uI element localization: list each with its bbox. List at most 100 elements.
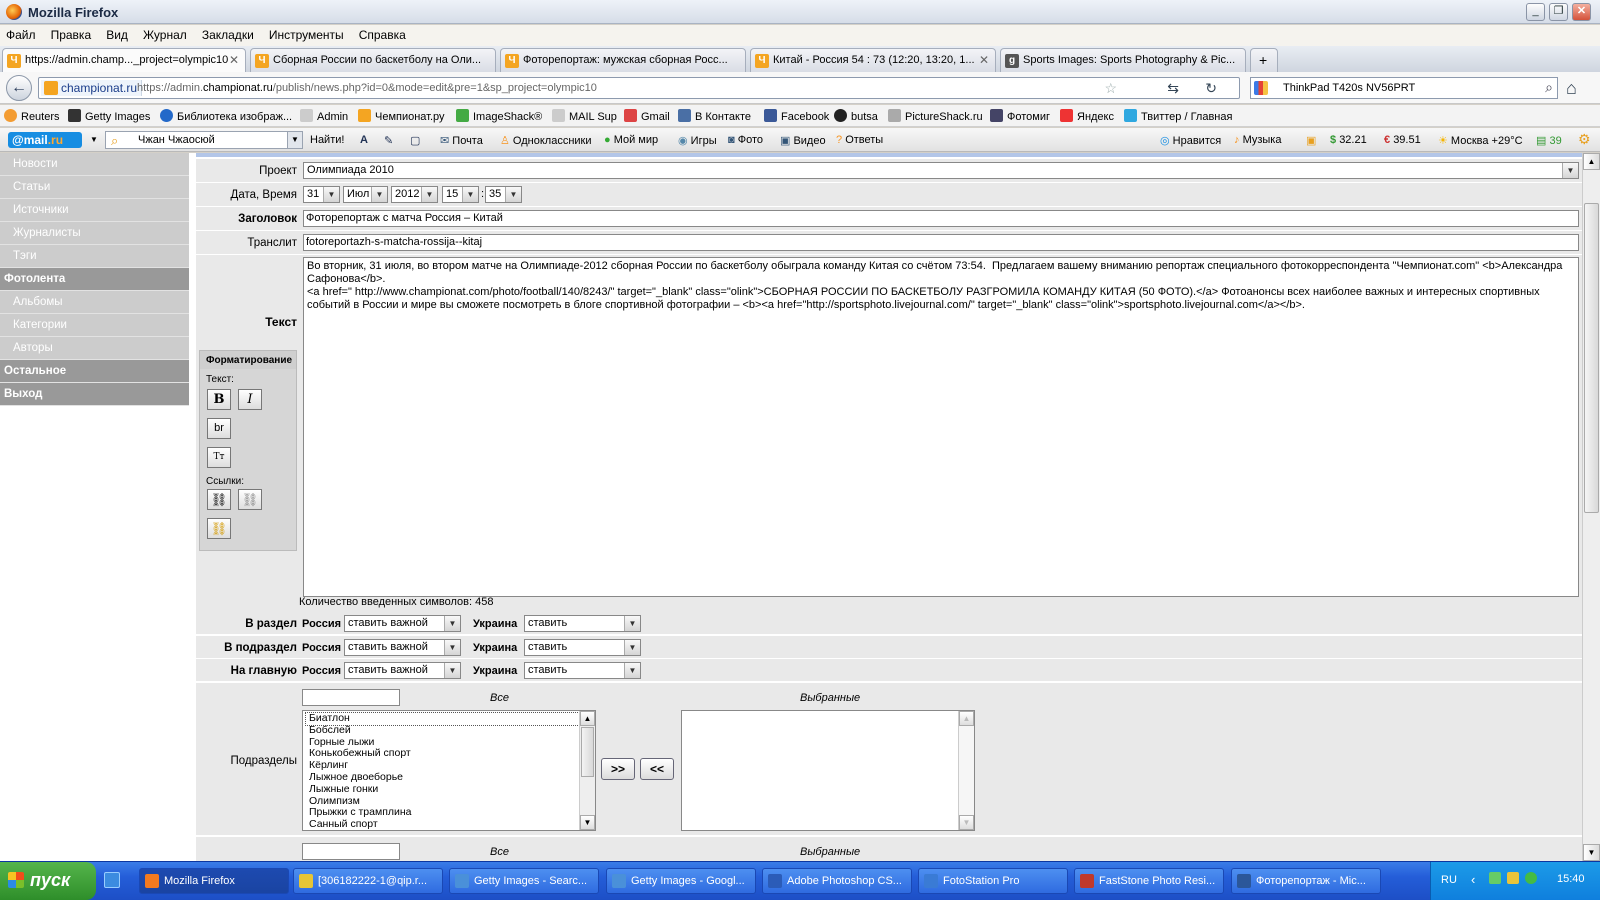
close-window-button[interactable]: ✕ bbox=[1572, 3, 1591, 21]
project-select[interactable]: Олимпиада 2010 ▼ bbox=[303, 162, 1579, 179]
ukraine-priority-select[interactable]: ставить ▼ bbox=[524, 662, 641, 679]
bookmark-championat[interactable]: Чемпионат.ру bbox=[358, 109, 445, 123]
case-button[interactable]: Tт bbox=[207, 447, 231, 468]
ie-quicklaunch-icon[interactable] bbox=[104, 872, 120, 888]
minimize-button[interactable]: _ bbox=[1526, 3, 1545, 21]
subsection-filter-input[interactable] bbox=[302, 689, 400, 706]
bookmark-admin[interactable]: Admin bbox=[300, 109, 348, 123]
search-icon[interactable]: ⌕ bbox=[1545, 79, 1553, 96]
selected-subsections-list[interactable]: ▲ ▼ bbox=[681, 710, 975, 831]
scrollbar[interactable]: ▲ ▼ bbox=[958, 711, 974, 830]
sidebar-item[interactable]: Фотолента bbox=[0, 268, 189, 291]
mailru-logo[interactable]: @mail.ru bbox=[8, 132, 82, 148]
all-subsections-list[interactable]: Биатлон Бобслей Горные лыжи Конькобежный сп… bbox=[302, 710, 596, 831]
sidebar-item[interactable]: Журналисты bbox=[0, 222, 189, 245]
menu-history[interactable]: Журнал bbox=[137, 25, 193, 42]
link-odnoklassniki[interactable]: ♙ Одноклассники bbox=[500, 134, 592, 147]
russia-priority-select[interactable]: ставить важной ▼ bbox=[344, 615, 461, 632]
taskbar-item[interactable]: FotoStation Pro bbox=[918, 868, 1068, 894]
weather[interactable]: ☀ Москва +29°C bbox=[1438, 134, 1523, 147]
tab-admin[interactable]: Ч https://admin.champ..._project=olympic… bbox=[2, 48, 246, 73]
tab-photoreport[interactable]: Ч Фоторепортаж: мужская сборная Росс... bbox=[500, 48, 746, 72]
anchor-link-icon[interactable]: ⛓ bbox=[207, 518, 231, 539]
italic-button[interactable]: I bbox=[238, 389, 262, 410]
month-select[interactable]: Июл ▼ bbox=[343, 186, 388, 203]
menu-edit[interactable]: Правка bbox=[45, 25, 98, 42]
menu-bookmarks[interactable]: Закладки bbox=[196, 25, 260, 42]
text-editor[interactable]: Во вторник, 31 июля, во втором матче на … bbox=[303, 257, 1579, 597]
sidebar-item[interactable]: Альбомы bbox=[0, 291, 189, 314]
eur-rate[interactable]: € 39.51 bbox=[1384, 134, 1421, 146]
pen-icon[interactable]: ✎ bbox=[384, 134, 393, 147]
link-mail[interactable]: ✉ Почта bbox=[440, 134, 483, 147]
start-button[interactable]: пуск bbox=[0, 862, 96, 900]
list-item[interactable]: Лыжное двоеборье bbox=[306, 771, 595, 784]
user-select[interactable]: ⌕ Чжан Чжаосюй ▼ bbox=[105, 131, 303, 149]
minute-select[interactable]: 35 ▼ bbox=[485, 186, 522, 203]
notification-icon[interactable]: ▣ bbox=[1306, 134, 1316, 147]
bookmark-star-icon[interactable]: ☆ bbox=[1104, 80, 1117, 97]
sidebar-item[interactable]: Остальное bbox=[0, 360, 189, 383]
address-bar[interactable]: championat.ru https://admin.championat.r… bbox=[38, 77, 1240, 99]
sidebar-item[interactable]: Источники bbox=[0, 199, 189, 222]
russia-priority-select[interactable]: ставить важной ▼ bbox=[344, 638, 461, 656]
window-icon[interactable]: ▢ bbox=[410, 134, 420, 147]
ukraine-priority-select[interactable]: ставить ▼ bbox=[524, 638, 641, 656]
next-filter-input[interactable] bbox=[302, 843, 400, 860]
search-box[interactable]: ThinkPad T420s NV56PRT ⌕ bbox=[1250, 77, 1558, 99]
bookmark-yandex[interactable]: Яндекс bbox=[1060, 109, 1114, 123]
link-music[interactable]: ♪ Музыка bbox=[1234, 134, 1281, 146]
tray-icon[interactable] bbox=[1489, 872, 1501, 884]
sidebar-item[interactable]: Категории bbox=[0, 314, 189, 337]
bookmark-pictureshack[interactable]: PictureShack.ru bbox=[888, 109, 983, 123]
bookmark-imageshack[interactable]: ImageShack® bbox=[456, 109, 542, 123]
bookmark-gmail[interactable]: Gmail bbox=[624, 109, 670, 123]
bookmark-mail-sup[interactable]: MAIL Sup bbox=[552, 109, 617, 123]
back-button[interactable]: ← bbox=[6, 75, 32, 101]
sidebar-item[interactable]: Статьи bbox=[0, 176, 189, 199]
taskbar-item[interactable]: Adobe Photoshop CS... bbox=[762, 868, 912, 894]
ukraine-priority-select[interactable]: ставить ▼ bbox=[524, 615, 641, 632]
link-icon[interactable]: ⛓ bbox=[207, 489, 231, 510]
link-answers[interactable]: ? Ответы bbox=[836, 134, 883, 146]
hour-select[interactable]: 15 ▼ bbox=[442, 186, 479, 203]
day-select[interactable]: 31 ▼ bbox=[303, 186, 340, 203]
bookmark-fotomig[interactable]: Фотомиг bbox=[990, 109, 1050, 123]
line-break-button[interactable]: br bbox=[207, 418, 231, 439]
bookmark-facebook[interactable]: Facebook bbox=[764, 109, 829, 123]
taskbar-item[interactable]: Mozilla Firefox bbox=[139, 868, 289, 894]
bookmark-getty[interactable]: Getty Images bbox=[68, 109, 150, 123]
link-games[interactable]: ◉ Игры bbox=[678, 134, 717, 147]
gear-icon[interactable]: ⚙ bbox=[1578, 131, 1591, 148]
link-photo[interactable]: ◙ Фото bbox=[728, 134, 763, 146]
scrollbar[interactable]: ▲ ▼ bbox=[579, 711, 595, 830]
bookmark-vkontakte[interactable]: В Контакте bbox=[678, 109, 751, 123]
remove-subsection-button[interactable]: << bbox=[640, 758, 674, 780]
taskbar-item[interactable]: Getty Images - Searc... bbox=[449, 868, 599, 894]
close-tab-icon[interactable]: ✕ bbox=[229, 53, 239, 67]
sidebar-item[interactable]: Новости bbox=[0, 153, 189, 176]
page-scrollbar[interactable]: ▲ ▼ bbox=[1582, 153, 1600, 861]
list-item[interactable]: Санный спорт bbox=[306, 818, 595, 830]
find-button[interactable]: Найти! bbox=[310, 134, 344, 146]
menu-view[interactable]: Вид bbox=[100, 25, 134, 42]
reload-icon[interactable]: ↻ bbox=[1205, 80, 1217, 97]
list-item[interactable]: Конькобежный спорт bbox=[306, 748, 595, 760]
chevron-down-icon[interactable]: ▼ bbox=[90, 135, 98, 144]
search-input[interactable]: ThinkPad T420s NV56PRT bbox=[1283, 82, 1415, 94]
unlink-icon[interactable]: ⛓ bbox=[238, 489, 262, 510]
list-item[interactable]: Бобслей bbox=[306, 724, 595, 737]
taskbar-item[interactable]: Фоторепортаж - Mic... bbox=[1231, 868, 1381, 894]
bookmark-image-library[interactable]: Библиотека изображ... bbox=[160, 109, 292, 123]
translate-icon[interactable]: ⇆ bbox=[1167, 80, 1179, 97]
taskbar-item[interactable]: Getty Images - Googl... bbox=[606, 868, 756, 894]
year-select[interactable]: 2012 ▼ bbox=[391, 186, 438, 203]
tab-china-russia[interactable]: Ч Китай - Россия 54 : 73 (12:20, 13:20, … bbox=[750, 48, 996, 72]
close-tab-icon[interactable]: ✕ bbox=[979, 53, 989, 67]
chevron-down-icon[interactable]: ▼ bbox=[287, 132, 302, 148]
bookmark-reuters[interactable]: Reuters bbox=[4, 109, 60, 123]
bookmark-butsa[interactable]: butsa bbox=[834, 109, 878, 123]
back-arrow-icon[interactable]: ‹ bbox=[1471, 872, 1475, 887]
counter[interactable]: ▤ 39 bbox=[1536, 134, 1562, 147]
bookmark-twitter[interactable]: Твиттер / Главная bbox=[1124, 109, 1232, 123]
